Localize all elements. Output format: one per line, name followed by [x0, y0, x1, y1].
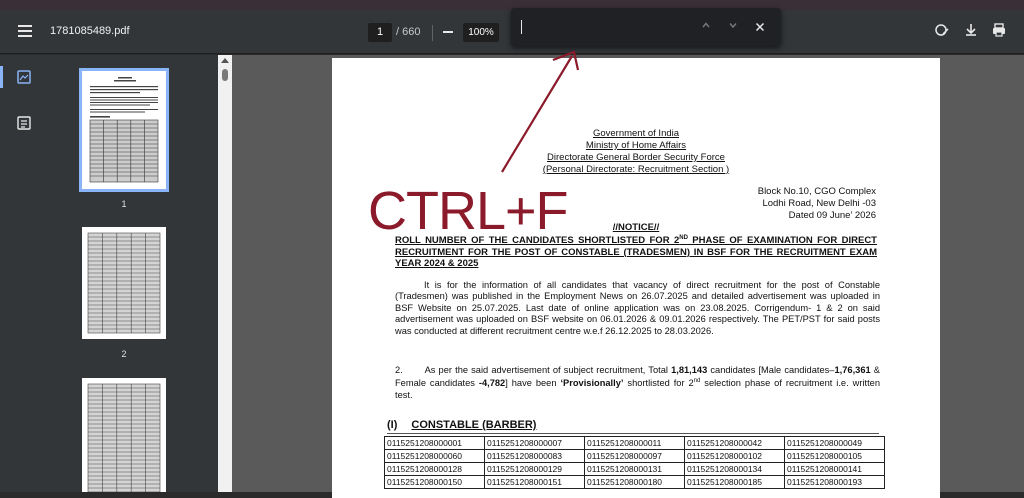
table-cell: 0115251208000097 — [584, 449, 685, 463]
para-text: candidates [Male candidates– — [707, 365, 835, 375]
para-text: shortlisted for 2 — [623, 378, 694, 389]
thumbnail-scrollbar[interactable] — [218, 55, 232, 492]
thumbnail-label: 1 — [121, 199, 127, 209]
header-line: (Personal Directorate: Recruitment Secti… — [542, 164, 730, 175]
para-text: As per the said advertisement of subject… — [424, 365, 672, 375]
ctrl-f-annotation: CTRL+F — [368, 181, 569, 241]
annotate-icon[interactable] — [932, 22, 952, 42]
table-cell: 0115251208000049 — [784, 436, 885, 450]
table-cell: 0115251208000150 — [384, 475, 485, 489]
page-number-input[interactable]: 1 — [368, 23, 392, 42]
table-row: 0115251208000060 0115251208000083 011525… — [384, 449, 885, 463]
active-indicator — [0, 66, 3, 88]
header-line: Ministry of Home Affairs — [585, 140, 687, 151]
section-number: (I) — [387, 419, 398, 431]
menu-icon[interactable] — [18, 25, 32, 37]
title-superscript: ND — [679, 235, 688, 241]
date-line: Dated 09 June’ 2026 — [788, 210, 876, 221]
table-cell: 0115251208000083 — [484, 449, 585, 463]
table-cell: 0115251208000102 — [684, 449, 785, 463]
zoom-out-icon[interactable] — [443, 31, 453, 33]
thumbnail-label: 2 — [121, 349, 127, 359]
print-icon[interactable] — [989, 22, 1009, 42]
table-row: 0115251208000001 0115251208000007 011525… — [384, 436, 885, 450]
paragraph-2: 2. As per the said advertisement of subj… — [395, 365, 880, 401]
find-next-button[interactable] — [724, 18, 742, 36]
provisional-word: ‘Provisionally’ — [560, 378, 624, 389]
chevron-up-icon — [702, 22, 710, 28]
table-cell: 0115251208000105 — [784, 449, 885, 463]
page-thumbnail-2[interactable] — [82, 227, 166, 339]
table-cell: 0115251208000001 — [384, 436, 485, 450]
table-cell: 0115251208000011 — [584, 436, 685, 450]
paragraph-1: It is for the information of all candida… — [395, 280, 880, 336]
table-cell: 0115251208000042 — [684, 436, 785, 450]
file-name: 1781085489.pdf — [50, 25, 130, 37]
section-heading: (I) CONSTABLE (BARBER) — [387, 419, 536, 431]
male-count: 1,76,361 — [834, 365, 871, 375]
thumbnails-icon[interactable] — [14, 67, 34, 87]
zoom-input[interactable]: 100% — [463, 23, 499, 42]
table-cell: 0115251208000193 — [784, 475, 885, 489]
close-icon — [755, 22, 765, 32]
table-cell: 0115251208000129 — [484, 462, 585, 476]
section-title: CONSTABLE (BARBER) — [411, 419, 537, 431]
para-text: ] have been — [505, 378, 561, 389]
para-number: 2. — [395, 365, 403, 375]
table-row: 0115251208000150 0115251208000151 011525… — [384, 475, 885, 489]
table-cell: 0115251208000180 — [584, 475, 685, 489]
sidebar-rail — [0, 55, 48, 492]
table-cell: 0115251208000185 — [684, 475, 785, 489]
roll-number-table: 0115251208000001 0115251208000007 011525… — [384, 436, 885, 489]
thumbnail-panel: 1 2 — [48, 55, 218, 493]
page-total: / 660 — [396, 26, 421, 38]
download-icon[interactable] — [961, 22, 981, 42]
find-bar — [511, 8, 781, 46]
pdf-viewer: Government of India Ministry of Home Aff… — [232, 55, 1024, 498]
table-cell: 0115251208000134 — [684, 462, 785, 476]
female-count: -4,782 — [478, 378, 506, 389]
address-line: Block No.10, CGO Complex — [757, 186, 876, 197]
chevron-down-icon — [729, 23, 737, 29]
section-divider — [387, 433, 879, 434]
toolbar-divider — [432, 25, 433, 41]
header-line: Government of India — [592, 128, 680, 139]
table-cell: 0115251208000151 — [484, 475, 585, 489]
address-line: Lodhi Road, New Delhi -03 — [762, 198, 876, 209]
table-cell: 0115251208000131 — [584, 462, 685, 476]
table-cell: 0115251208000141 — [784, 462, 885, 476]
table-cell: 0115251208000060 — [384, 449, 485, 463]
find-previous-button[interactable] — [697, 18, 715, 36]
scrollbar-thumb[interactable] — [222, 69, 228, 81]
find-close-button[interactable] — [751, 18, 769, 36]
page-thumbnail-3[interactable] — [82, 378, 166, 493]
find-input[interactable] — [521, 17, 691, 37]
table-row: 0115251208000128 0115251208000129 011525… — [384, 462, 885, 476]
total-count: 1,81,143 — [671, 365, 708, 375]
header-line: Directorate General Border Security Forc… — [547, 152, 725, 163]
pdf-page: Government of India Ministry of Home Aff… — [332, 58, 940, 498]
table-cell: 0115251208000128 — [384, 462, 485, 476]
page-thumbnail-1[interactable] — [79, 68, 169, 192]
table-cell: 0115251208000007 — [484, 436, 585, 450]
scroll-up-arrow-icon[interactable] — [221, 58, 229, 63]
outline-icon[interactable] — [14, 113, 34, 133]
